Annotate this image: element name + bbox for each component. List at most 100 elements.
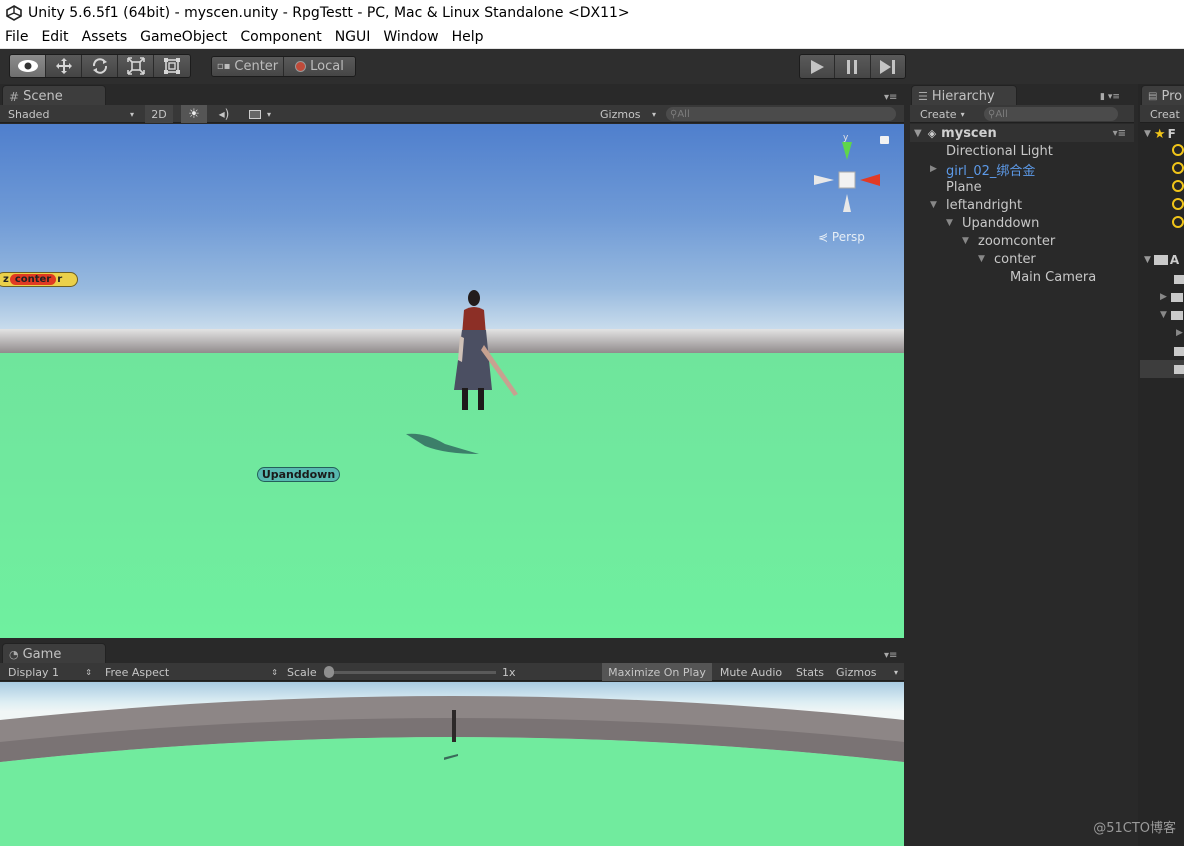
expand-arrow-icon[interactable]: ▶ xyxy=(1176,328,1183,338)
expand-arrow-icon[interactable]: ▶ xyxy=(930,164,942,174)
search-circle-icon[interactable] xyxy=(1172,180,1184,192)
scene-gizmos-dropdown[interactable]: Gizmos ▾ xyxy=(600,105,656,123)
scene-audio-toggle[interactable]: ◂) xyxy=(211,105,237,123)
scale-tool-button[interactable] xyxy=(118,55,154,77)
expand-arrow-icon[interactable]: ▼ xyxy=(1144,255,1151,265)
hierarchy-search-placeholder: All xyxy=(995,108,1008,120)
folder-row[interactable]: ▼ xyxy=(1140,306,1184,324)
expand-arrow-icon[interactable]: ▼ xyxy=(1144,129,1151,139)
step-button[interactable] xyxy=(869,55,905,78)
play-button[interactable] xyxy=(800,55,835,78)
display-dropdown[interactable]: Display 1 ⇕ xyxy=(8,663,92,681)
tab-scene[interactable]: # Scene xyxy=(2,85,106,107)
hierarchy-create-dropdown[interactable]: Create ▾ xyxy=(920,105,965,123)
image-icon xyxy=(248,109,261,119)
pivot-local-button[interactable]: Local xyxy=(283,57,355,76)
stats-toggle[interactable]: Stats xyxy=(792,663,828,681)
scene-viewport[interactable]: y ⋞ Persp z conter r Upanddown xyxy=(0,124,904,638)
hierarchy-item[interactable]: ▼ Upanddown xyxy=(946,214,1039,232)
scale-slider[interactable] xyxy=(324,663,496,681)
rotate-tool-button[interactable] xyxy=(82,55,118,77)
scene-orientation-gizmo[interactable]: y xyxy=(808,134,888,224)
hierarchy-item[interactable]: ▼ leftandright xyxy=(930,196,1022,214)
search-circle-icon[interactable] xyxy=(1172,216,1184,228)
pivot-center-icon: ▫▪ xyxy=(216,61,231,72)
project-favorites-row[interactable]: ▼ ★ F xyxy=(1140,126,1176,142)
scene-search-input[interactable]: ⚲ All xyxy=(666,107,896,121)
shading-mode-dropdown[interactable]: Shaded ▾ xyxy=(8,105,138,123)
scene-panel-menu-icon[interactable]: ▾≡ xyxy=(884,92,897,103)
game-panel-menu-icon[interactable]: ▾≡ xyxy=(884,650,897,661)
scene-effects-dropdown[interactable]: ▾ xyxy=(242,105,278,123)
menu-window[interactable]: Window xyxy=(378,29,446,45)
conter-label[interactable]: z conter r xyxy=(0,272,78,287)
hierarchy-item[interactable]: Main Camera xyxy=(994,268,1096,286)
search-circle-icon[interactable] xyxy=(1172,144,1184,156)
expand-arrow-icon[interactable]: ▼ xyxy=(978,254,990,264)
expand-arrow-icon[interactable]: ▼ xyxy=(914,128,922,139)
projection-label[interactable]: ⋞ Persp xyxy=(818,230,865,244)
menu-file[interactable]: File xyxy=(0,29,36,45)
menu-edit[interactable]: Edit xyxy=(36,29,76,45)
expand-arrow-icon[interactable]: ▶ xyxy=(1160,292,1167,302)
eye-icon xyxy=(17,60,38,72)
menu-assets[interactable]: Assets xyxy=(77,29,136,45)
folder-row[interactable]: ▶ xyxy=(1140,324,1184,342)
tab-game[interactable]: ◔ Game xyxy=(2,643,106,665)
expand-arrow-icon[interactable]: ▼ xyxy=(1160,310,1167,320)
menu-gameobject[interactable]: GameObject xyxy=(135,29,235,45)
aspect-dropdown[interactable]: Free Aspect ⇕ xyxy=(105,663,278,681)
dropdown-arrow-icon: ▾ xyxy=(651,109,656,119)
hierarchy-item[interactable]: Plane xyxy=(930,178,982,196)
hierarchy-scene-row[interactable]: ▼ ◈ myscen ▾≡ xyxy=(910,124,1134,142)
view-tool-button[interactable] xyxy=(10,55,46,77)
folder-row[interactable] xyxy=(1140,342,1184,360)
character-model[interactable] xyxy=(446,290,526,420)
hierarchy-search-input[interactable]: ⚲ All xyxy=(984,107,1118,121)
folder-icon xyxy=(1170,292,1183,302)
project-create-dropdown[interactable]: Creat xyxy=(1150,105,1180,123)
expand-arrow-icon[interactable]: ▼ xyxy=(946,218,958,228)
pivot-center-button[interactable]: ▫▪ Center xyxy=(212,57,283,76)
toggle-2d-button[interactable]: 2D xyxy=(145,105,173,123)
scene-lighting-toggle[interactable]: ☀ xyxy=(181,105,207,123)
shading-mode-label: Shaded xyxy=(8,107,50,121)
projection-label-text: Persp xyxy=(831,230,865,244)
search-icon: ⚲ xyxy=(670,108,678,120)
folder-row-selected[interactable] xyxy=(1140,360,1184,378)
hierarchy-item[interactable]: ▶ girl_02_绑合金 xyxy=(930,160,1035,179)
stats-label: Stats xyxy=(795,665,825,679)
hierarchy-lock-icon[interactable]: ▮ ▾≡ xyxy=(1100,92,1120,102)
tab-project-label: Pro xyxy=(1161,89,1183,104)
favorites-label: F xyxy=(1167,127,1176,141)
search-circle-icon[interactable] xyxy=(1172,198,1184,210)
game-gizmos-dropdown[interactable]: Gizmos ▾ xyxy=(836,663,898,681)
folder-row[interactable] xyxy=(1140,270,1184,288)
hierarchy-item[interactable]: ▼ zoomconter xyxy=(962,232,1055,250)
search-circle-icon[interactable] xyxy=(1172,162,1184,174)
scene-row-menu-icon[interactable]: ▾≡ xyxy=(1113,128,1126,139)
expand-arrow-icon[interactable]: ▼ xyxy=(930,200,942,210)
scale-slider-thumb[interactable] xyxy=(324,665,334,678)
menu-component[interactable]: Component xyxy=(235,29,329,45)
project-assets-row[interactable]: ▼ A xyxy=(1140,252,1179,268)
folder-row[interactable]: ▶ xyxy=(1140,288,1184,306)
menu-help[interactable]: Help xyxy=(447,29,492,45)
game-viewport[interactable] xyxy=(0,682,904,846)
move-tool-button[interactable] xyxy=(46,55,82,77)
display-label: Display 1 xyxy=(8,665,60,679)
hierarchy-item[interactable]: ▼ conter xyxy=(978,250,1036,268)
lock-icon[interactable] xyxy=(880,136,889,144)
pause-button[interactable] xyxy=(834,55,870,78)
rect-tool-button[interactable] xyxy=(154,55,190,77)
tab-hierarchy[interactable]: ☰ Hierarchy xyxy=(911,85,1017,107)
tab-project[interactable]: ▤ Pro xyxy=(1141,85,1184,107)
upanddown-label[interactable]: Upanddown xyxy=(257,467,340,482)
expand-arrow-icon[interactable]: ▼ xyxy=(962,236,974,246)
menu-ngui[interactable]: NGUI xyxy=(330,29,379,45)
hierarchy-item[interactable]: Directional Light xyxy=(930,142,1053,160)
favorite-search-icons xyxy=(1172,144,1184,228)
tab-scene-label: Scene xyxy=(23,89,63,104)
maximize-on-play-toggle[interactable]: Maximize On Play xyxy=(602,663,712,681)
mute-audio-toggle[interactable]: Mute Audio xyxy=(716,663,786,681)
